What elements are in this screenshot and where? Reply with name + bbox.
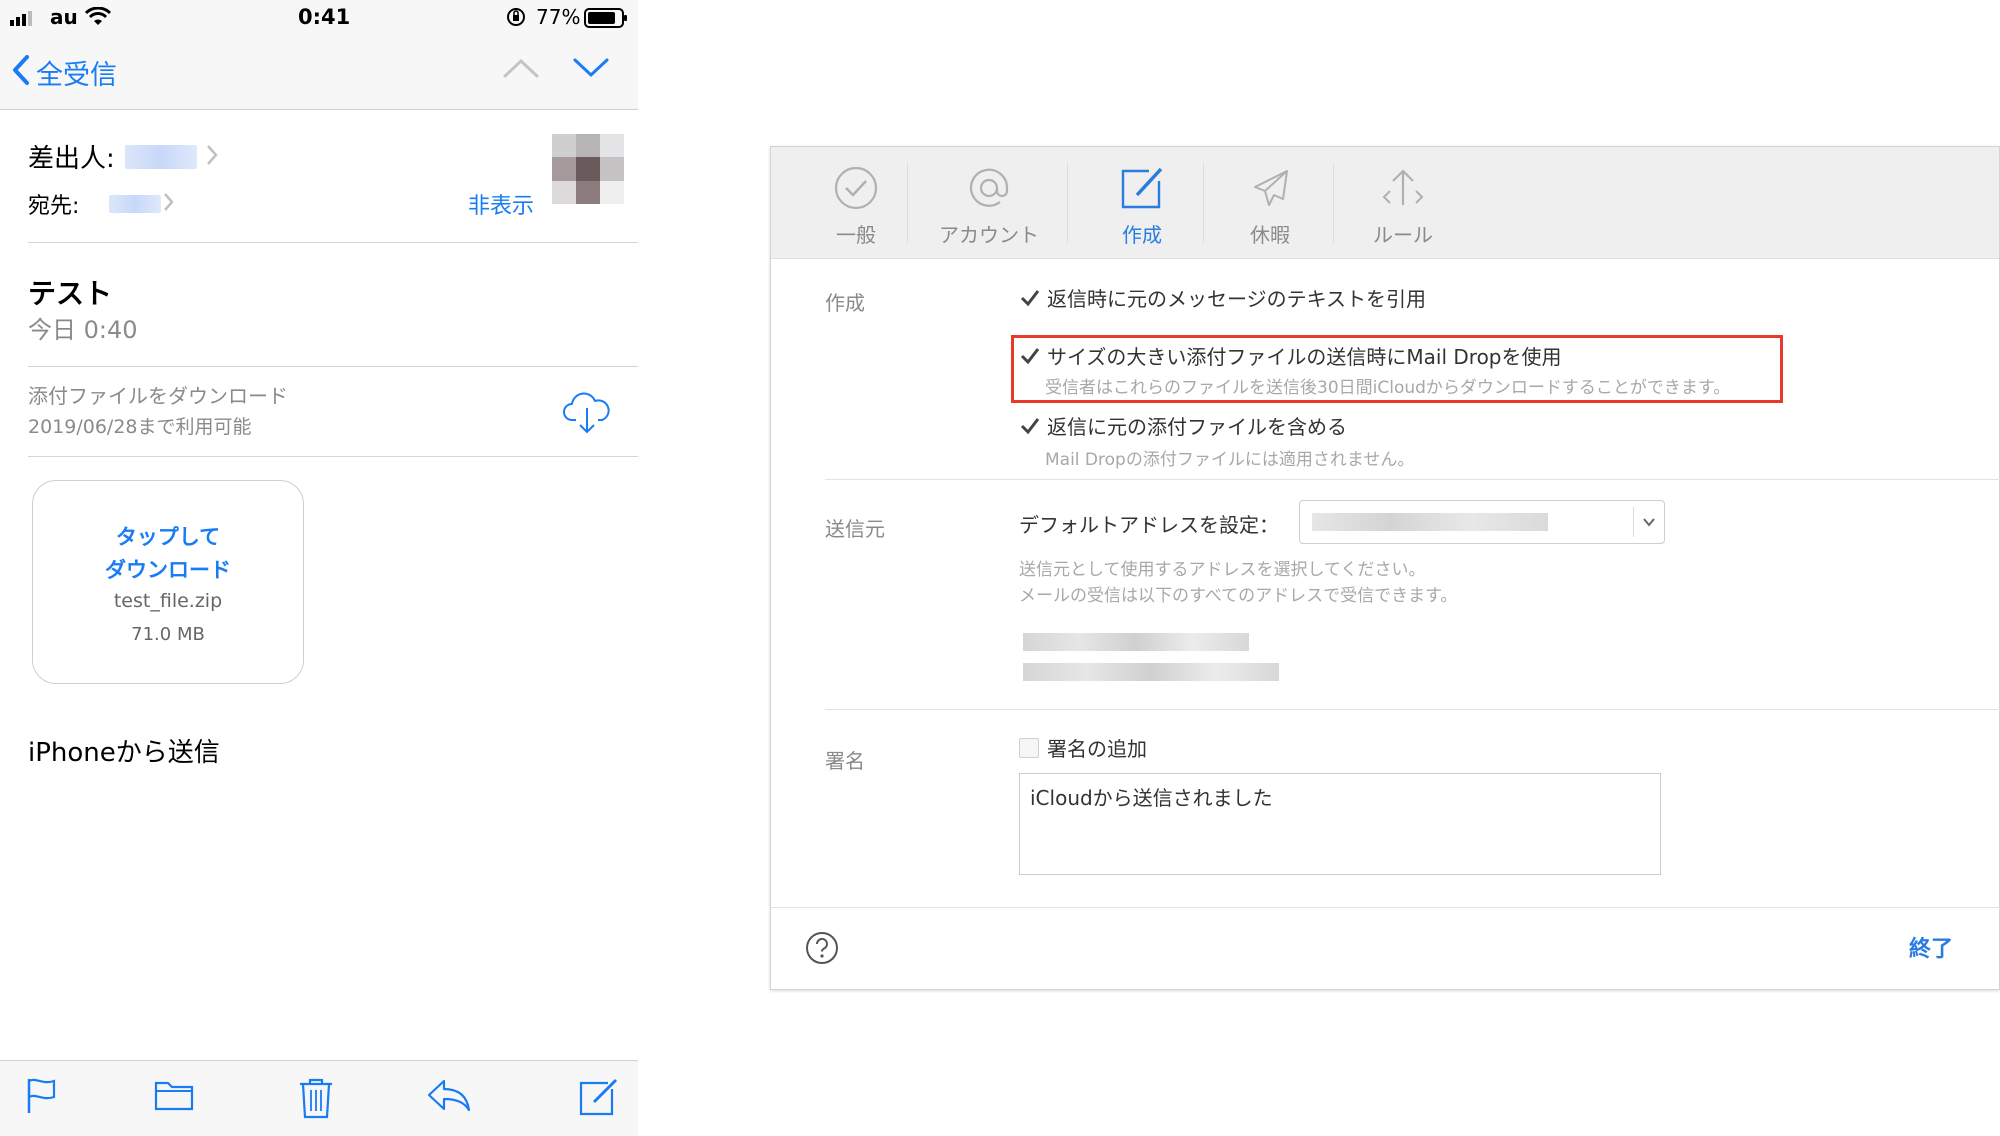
address-redacted xyxy=(1023,663,1279,681)
recipient-row[interactable]: 宛先: xyxy=(28,188,175,220)
tab-vacation[interactable]: 休暇 xyxy=(1215,165,1325,248)
rotation-lock-icon xyxy=(506,7,526,31)
attachment-card[interactable]: タップして ダウンロード test_file.zip 71.0 MB xyxy=(32,480,304,684)
compose-icon[interactable] xyxy=(578,1077,620,1121)
tab-label: 作成 xyxy=(1122,223,1162,247)
divider xyxy=(28,242,638,243)
battery-icon xyxy=(584,8,628,32)
reply-icon[interactable] xyxy=(426,1077,472,1117)
default-address-select[interactable] xyxy=(1299,500,1665,544)
tab-account[interactable]: アカウント xyxy=(923,165,1055,248)
attachment-file-name: test_file.zip xyxy=(113,590,223,612)
message-body: iPhoneから送信 xyxy=(28,738,220,768)
section-label-sender: 送信元 xyxy=(825,517,885,541)
download-available-until: 2019/06/28まで利用可能 xyxy=(28,416,252,438)
quote-original-checkbox[interactable]: 返信時に元のメッセージのテキストを引用 xyxy=(1019,283,1426,312)
previous-message-button[interactable] xyxy=(502,56,540,84)
section-divider xyxy=(825,479,2000,480)
wifi-icon xyxy=(84,6,112,31)
tab-general[interactable]: 一般 xyxy=(811,165,901,248)
tab-label: 休暇 xyxy=(1250,223,1290,247)
sender-help-text-2: メールの受信は以下のすべてのアドレスで受信できます。 xyxy=(1019,586,1458,606)
add-signature-checkbox[interactable]: 署名の追加 xyxy=(1019,733,1147,762)
message-subject: テスト xyxy=(28,277,113,310)
selected-address-redacted xyxy=(1312,513,1548,531)
mail-drop-checkbox[interactable]: サイズの大きい添付ファイルの送信時にMail Dropを使用 xyxy=(1019,341,1562,370)
tab-divider xyxy=(1067,163,1068,243)
mail-drop-help-text: 受信者はこれらのファイルを送信後30日間iCloudからダウンロードすることがで… xyxy=(1045,378,1731,398)
tab-divider xyxy=(907,163,908,243)
tab-rules[interactable]: ルール xyxy=(1347,165,1459,248)
divider xyxy=(28,456,638,457)
checkbox-label: サイズの大きい添付ファイルの送信時にMail Dropを使用 xyxy=(1047,345,1562,369)
sender-row[interactable]: 差出人: xyxy=(28,138,219,175)
clock: 0:41 xyxy=(298,5,351,29)
default-address-label: デフォルトアドレスを設定： xyxy=(1019,513,1279,537)
cloud-download-icon[interactable] xyxy=(562,390,612,440)
section-label-compose: 作成 xyxy=(825,291,865,315)
icloud-mail-preferences-dialog: 一般 アカウント 作成 休暇 ルール 作成 返信時に元のメッセージのテキストを引… xyxy=(770,146,2000,990)
chevron-right-icon xyxy=(205,143,219,171)
divider xyxy=(28,366,638,367)
at-icon xyxy=(966,168,1012,215)
chevron-down-icon xyxy=(1642,514,1656,533)
next-message-button[interactable] xyxy=(572,56,610,84)
mail-toolbar xyxy=(0,1060,638,1136)
tab-label: アカウント xyxy=(939,223,1039,247)
checkmark-icon xyxy=(1020,417,1040,434)
compose-icon xyxy=(1119,167,1165,215)
to-label: 宛先: xyxy=(28,194,80,219)
tab-divider xyxy=(1203,163,1204,243)
sender-help-text-1: 送信元として使用するアドレスを選択してください。 xyxy=(1019,560,1426,580)
footer-divider xyxy=(771,907,2000,908)
checkmark-icon xyxy=(1020,289,1040,306)
flag-icon[interactable] xyxy=(26,1077,58,1119)
checkmark-icon xyxy=(1020,347,1040,364)
tap-to-download-label-2: ダウンロード xyxy=(105,558,231,582)
help-icon[interactable] xyxy=(805,931,839,969)
back-button[interactable]: 全受信 xyxy=(12,50,117,94)
carrier-label: au xyxy=(50,5,78,29)
unchecked-box xyxy=(1019,737,1039,758)
checkbox-label: 返信時に元のメッセージのテキストを引用 xyxy=(1047,287,1426,311)
tab-label: 一般 xyxy=(836,223,876,247)
signal-icon xyxy=(10,10,40,30)
checkbox-label: 返信に元の添付ファイルを含める xyxy=(1047,415,1347,439)
status-bar: au 0:41 77% xyxy=(0,0,638,36)
hide-details-link[interactable]: 非表示 xyxy=(468,188,534,220)
trash-icon[interactable] xyxy=(298,1077,334,1123)
tab-divider xyxy=(1333,163,1334,243)
select-divider xyxy=(1633,507,1634,537)
signature-textarea[interactable]: iCloudから送信されました xyxy=(1019,773,1661,875)
section-divider xyxy=(825,709,2000,710)
include-attachments-checkbox[interactable]: 返信に元の添付ファイルを含める xyxy=(1019,411,1347,440)
attachment-file-size: 71.0 MB xyxy=(131,624,205,645)
iphone-mail-screen: au 0:41 77% 全受信 差出人: 宛先: 非表示 テスト 今日 0:40… xyxy=(0,0,638,1136)
from-label: 差出人: xyxy=(28,144,115,174)
tab-compose[interactable]: 作成 xyxy=(1087,165,1197,248)
folder-icon[interactable] xyxy=(154,1077,194,1117)
tap-to-download-label: タップして xyxy=(115,525,221,549)
avatar[interactable] xyxy=(552,134,624,204)
battery-percent: 77% xyxy=(536,5,581,29)
rules-arrows-icon xyxy=(1380,169,1426,215)
check-circle-icon xyxy=(833,166,879,215)
preferences-tab-bar: 一般 アカウント 作成 休暇 ルール xyxy=(771,147,1999,259)
include-attachments-help-text: Mail Dropの添付ファイルには適用されません。 xyxy=(1045,450,1415,470)
done-button[interactable]: 終了 xyxy=(1909,931,1953,963)
mail-nav-bar: 全受信 xyxy=(0,36,638,110)
recipient-redacted xyxy=(109,195,162,213)
chevron-left-icon xyxy=(12,54,30,90)
message-date: 今日 0:40 xyxy=(28,316,138,344)
tab-label: ルール xyxy=(1373,223,1433,247)
chevron-right-icon xyxy=(163,192,175,216)
address-redacted xyxy=(1023,633,1249,651)
checkbox-label: 署名の追加 xyxy=(1047,737,1147,761)
sender-redacted xyxy=(124,144,197,169)
airplane-icon xyxy=(1247,170,1293,215)
download-attachment-title: 添付ファイルをダウンロード xyxy=(28,384,288,408)
section-label-signature: 署名 xyxy=(825,749,865,773)
back-label: 全受信 xyxy=(36,59,117,91)
